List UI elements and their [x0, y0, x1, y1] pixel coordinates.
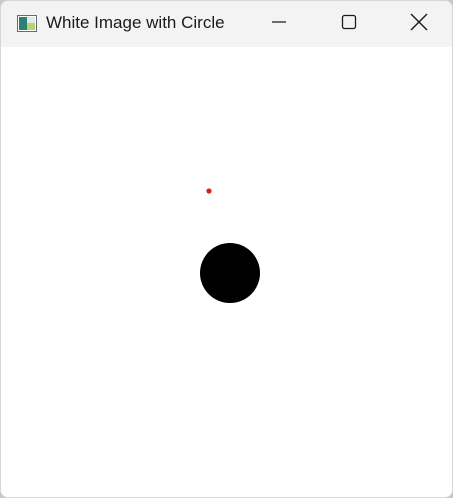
- close-icon: [410, 13, 428, 36]
- app-icon: [17, 15, 37, 32]
- image-canvas[interactable]: [1, 47, 452, 497]
- window-title: White Image with Circle: [46, 13, 225, 32]
- black-circle: [200, 243, 260, 303]
- minimize-icon: [271, 14, 287, 35]
- red-dot: [206, 188, 212, 194]
- close-button[interactable]: [384, 1, 452, 47]
- maximize-button[interactable]: [314, 1, 384, 47]
- maximize-icon: [341, 14, 357, 35]
- minimize-button[interactable]: [244, 1, 314, 47]
- title-bar[interactable]: White Image with Circle: [1, 1, 452, 47]
- app-window: White Image with Circle: [0, 0, 453, 498]
